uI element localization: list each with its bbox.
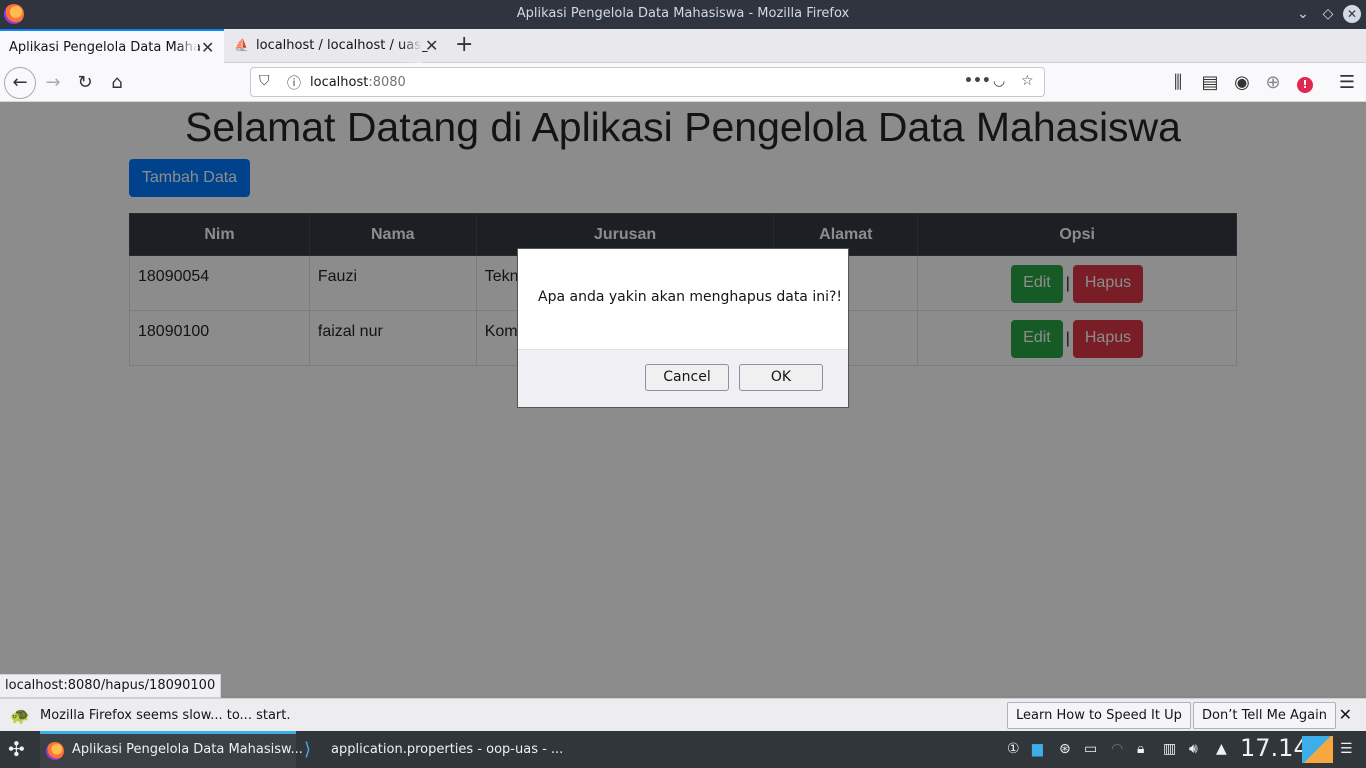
reload-icon[interactable]: ↻	[71, 69, 99, 97]
task-label: application.properties - oop-uas - ...	[331, 742, 564, 757]
close-window-icon[interactable]: ✕	[1343, 5, 1361, 23]
slow-startup-notification: 🐢 Mozilla Firefox seems slow... to... st…	[0, 698, 1366, 731]
page-actions-icon[interactable]: •••	[964, 73, 991, 89]
tray-expand-icon[interactable]: ▲	[1216, 741, 1227, 757]
taskbar: ✣ Aplikasi Pengelola Data Mahasisw... ⟩ …	[0, 731, 1366, 768]
firefox-icon	[46, 742, 64, 760]
new-tab-icon[interactable]: +	[455, 32, 473, 57]
bookmark-star-icon[interactable]: ☆	[1021, 73, 1034, 89]
task-firefox[interactable]: Aplikasi Pengelola Data Mahasisw...	[40, 731, 303, 768]
dont-tell-again-button[interactable]: Don’t Tell Me Again	[1193, 702, 1336, 729]
volume-icon[interactable]: 🔊︎	[1189, 741, 1198, 757]
navigation-bar: ← → ↻ ⌂ ⛉ ⓘ localhost:8080 ••• ◡ ☆ ⫼ ▤ ◉…	[0, 63, 1366, 102]
home-icon[interactable]: ⌂	[103, 69, 131, 97]
tab-bar: Aplikasi Pengelola Data Maha ✕ ⛵ localho…	[0, 29, 1366, 63]
dialog-message: Apa anda yakin akan menghapus data ini?!	[538, 289, 843, 305]
virtual-desktop-icon[interactable]: ①	[1007, 741, 1020, 757]
shield-icon[interactable]: ⛉	[259, 73, 270, 89]
vscode-icon: ⟩	[304, 739, 312, 760]
library-icon[interactable]: ⫼	[1164, 69, 1192, 97]
phpmyadmin-icon: ⛵	[234, 38, 249, 52]
sidebar-icon[interactable]: ▤	[1196, 69, 1224, 97]
lock-icon[interactable]: 🔒︎	[1137, 741, 1144, 757]
tab-close-icon[interactable]: ✕	[201, 38, 214, 57]
back-icon[interactable]: ←	[4, 67, 36, 99]
task-vscode[interactable]: ⟩ application.properties - oop-uas - ...	[298, 731, 563, 768]
desktop-preview-icon[interactable]	[1302, 736, 1333, 763]
tab-close-icon[interactable]: ✕	[425, 36, 438, 55]
wifi-icon[interactable]: ◠	[1111, 741, 1123, 757]
menu-icon[interactable]: ☰	[1333, 69, 1361, 97]
clock[interactable]: 17.14	[1240, 734, 1309, 762]
account-icon[interactable]: ◉	[1228, 69, 1256, 97]
url-text[interactable]: localhost:8080	[310, 75, 406, 90]
notification-close-icon[interactable]: ✕	[1339, 705, 1352, 724]
task-label: Aplikasi Pengelola Data Mahasisw...	[72, 742, 303, 757]
tab-aplikasi[interactable]: Aplikasi Pengelola Data Maha ✕	[0, 29, 224, 63]
cancel-button[interactable]: Cancel	[645, 364, 729, 391]
clipboard-icon[interactable]: ▥	[1163, 741, 1176, 757]
forward-icon[interactable]: →	[39, 69, 67, 97]
learn-speed-button[interactable]: Learn How to Speed It Up	[1007, 702, 1191, 729]
update-alert-icon[interactable]: !	[1291, 69, 1319, 97]
update-notifier-icon[interactable]: ⊛	[1059, 741, 1071, 757]
battery-icon[interactable]: ▭	[1084, 741, 1097, 757]
info-icon[interactable]: ⓘ	[287, 73, 301, 93]
minimize-icon[interactable]: ⌄	[1294, 5, 1312, 23]
url-port: :8080	[368, 75, 406, 90]
pocket-icon[interactable]: ◡	[993, 73, 1005, 89]
tab-label: Aplikasi Pengelola Data Maha	[9, 40, 201, 55]
dialog-footer: Cancel OK	[518, 349, 848, 407]
display-icon[interactable]: ▆	[1032, 741, 1043, 757]
status-url: localhost:8080/hapus/18090100	[0, 674, 222, 698]
notification-message: Mozilla Firefox seems slow... to... star…	[40, 708, 291, 723]
turtle-icon: 🐢	[10, 706, 30, 725]
maximize-icon[interactable]: ◇	[1319, 5, 1337, 23]
ok-button[interactable]: OK	[739, 364, 823, 391]
app-launcher-icon[interactable]: ✣	[8, 737, 25, 761]
url-bar[interactable]: ⛉ ⓘ localhost:8080 ••• ◡ ☆	[250, 67, 1045, 97]
confirm-dialog: Apa anda yakin akan menghapus data ini?!…	[517, 248, 849, 408]
taskbar-menu-icon[interactable]: ☰	[1340, 741, 1353, 757]
tab-phpmyadmin[interactable]: ⛵ localhost / localhost / uas_ ✕	[226, 29, 448, 63]
url-host: localhost	[310, 75, 369, 90]
extension-globe-icon[interactable]: ⊕	[1259, 69, 1287, 97]
window-title: Aplikasi Pengelola Data Mahasiswa - Mozi…	[516, 6, 850, 21]
window-titlebar: Aplikasi Pengelola Data Mahasiswa - Mozi…	[0, 0, 1366, 29]
